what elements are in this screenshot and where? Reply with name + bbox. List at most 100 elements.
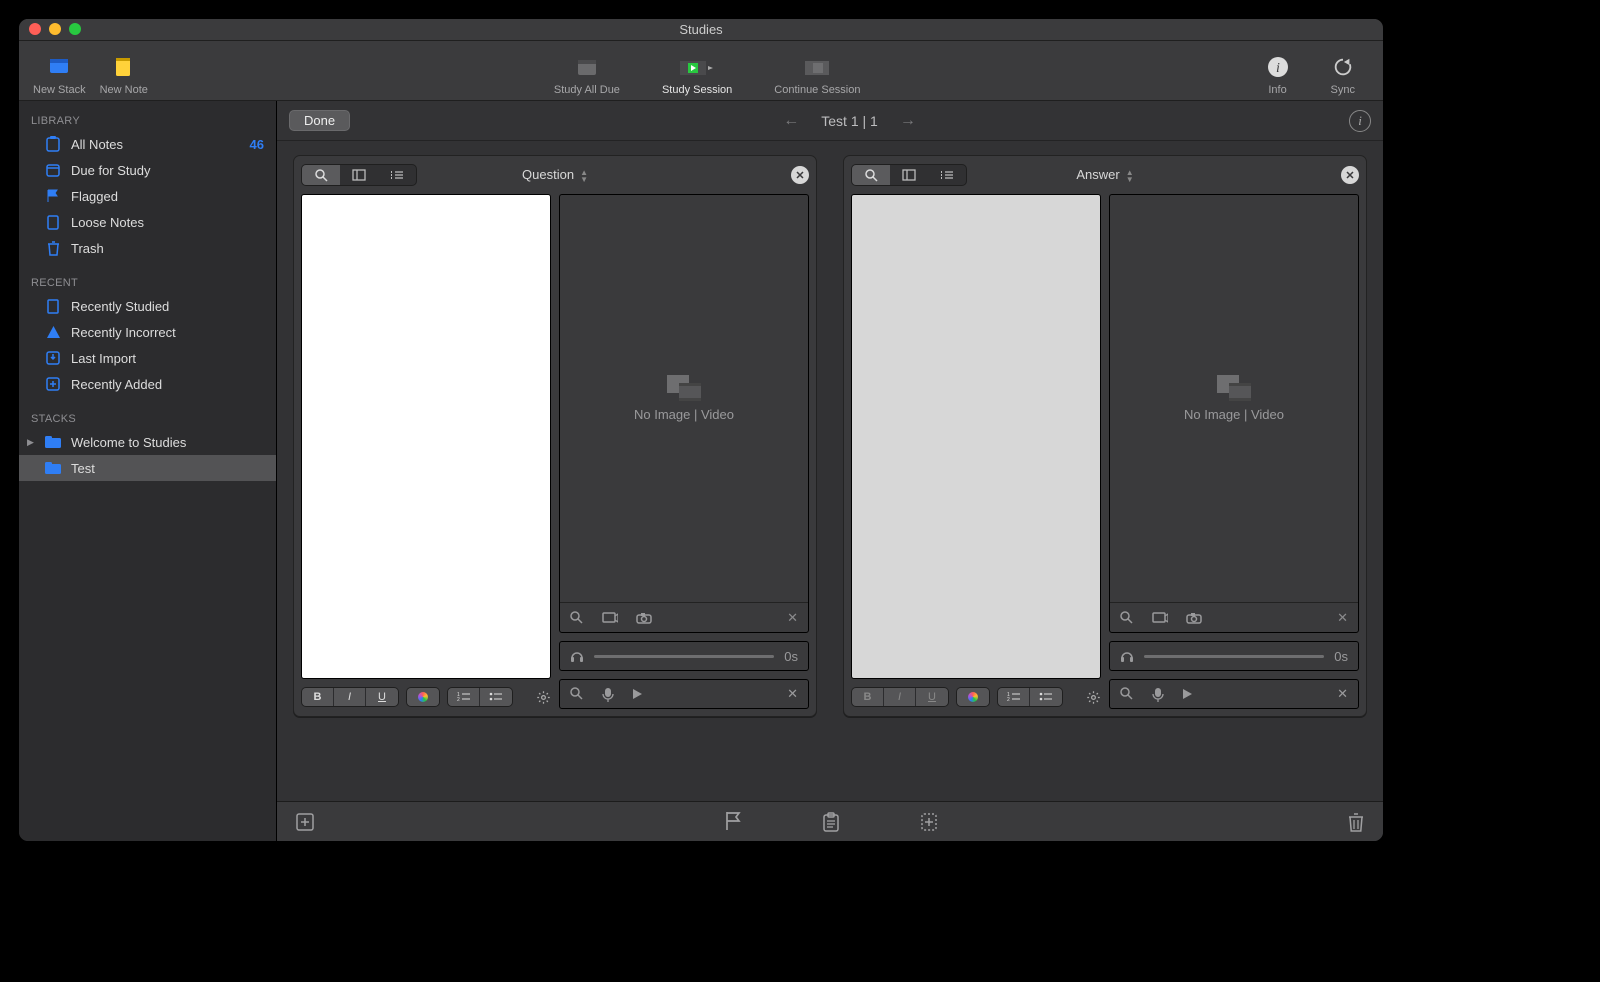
media-camera-icon[interactable] xyxy=(636,612,652,624)
media-screen-icon[interactable] xyxy=(1152,612,1168,624)
study-all-due-button[interactable]: Study All Due xyxy=(554,52,620,96)
bullet-list-icon[interactable] xyxy=(480,688,512,706)
clipboard-button[interactable] xyxy=(822,812,840,832)
window-title: Studies xyxy=(679,22,722,37)
segment-layout-icon[interactable] xyxy=(340,165,378,185)
color-swatch-icon[interactable] xyxy=(407,688,439,706)
question-format-gear-icon[interactable] xyxy=(536,690,551,705)
segment-search-icon[interactable] xyxy=(302,165,340,185)
delete-note-button[interactable] xyxy=(1347,812,1365,832)
sidebar-item-recently-incorrect[interactable]: Recently Incorrect xyxy=(19,319,276,345)
prev-note-button[interactable]: ← xyxy=(783,112,799,130)
sidebar-item-last-import[interactable]: Last Import xyxy=(19,345,276,371)
sidebar-item-loose-notes[interactable]: Loose Notes xyxy=(19,209,276,235)
question-title[interactable]: Question xyxy=(522,167,574,182)
done-button[interactable]: Done xyxy=(289,110,350,131)
new-note-button[interactable]: New Note xyxy=(100,52,148,96)
answer-view-segment[interactable] xyxy=(851,164,967,186)
question-view-segment[interactable] xyxy=(301,164,417,186)
media-camera-icon[interactable] xyxy=(1186,612,1202,624)
bullet-list-icon[interactable] xyxy=(1030,688,1062,706)
audio-search-icon[interactable] xyxy=(570,687,584,701)
play-icon[interactable] xyxy=(632,688,643,700)
audio-clear-icon[interactable]: ✕ xyxy=(1337,686,1348,702)
sidebar-item-label: Last Import xyxy=(71,351,136,366)
sidebar-stack-welcome[interactable]: ▶ Welcome to Studies xyxy=(19,429,276,455)
answer-color-button[interactable] xyxy=(956,687,990,707)
italic-button[interactable]: I xyxy=(884,688,916,706)
add-side-button[interactable] xyxy=(920,812,938,832)
italic-button[interactable]: I xyxy=(334,688,366,706)
microphone-icon[interactable] xyxy=(602,687,614,702)
sidebar-item-all-notes[interactable]: All Notes 46 xyxy=(19,131,276,157)
question-list-buttons[interactable]: 12 xyxy=(447,687,513,707)
sidebar-item-label: Recently Added xyxy=(71,377,162,392)
answer-format-biu[interactable]: B I U xyxy=(851,687,949,707)
media-clear-icon[interactable]: ✕ xyxy=(787,610,798,626)
add-note-button[interactable] xyxy=(295,812,315,832)
chevron-updown-icon[interactable]: ▲▼ xyxy=(1126,169,1134,183)
note-info-button[interactable]: i xyxy=(1349,110,1371,132)
answer-list-buttons[interactable]: 12 xyxy=(997,687,1063,707)
question-format-biu[interactable]: B I U xyxy=(301,687,399,707)
minimize-window-button[interactable] xyxy=(49,23,61,35)
microphone-icon[interactable] xyxy=(1152,687,1164,702)
chevron-updown-icon[interactable]: ▲▼ xyxy=(580,169,588,183)
close-window-button[interactable] xyxy=(29,23,41,35)
calendar-play-icon xyxy=(576,56,598,78)
answer-audio-track[interactable] xyxy=(1144,655,1324,658)
play-icon[interactable] xyxy=(1182,688,1193,700)
folder-icon xyxy=(45,434,61,450)
sidebar-stack-test[interactable]: Test xyxy=(19,455,276,481)
titlebar: Studies xyxy=(19,19,1383,41)
film-play-icon xyxy=(680,56,714,78)
sidebar-item-flagged[interactable]: Flagged xyxy=(19,183,276,209)
media-search-icon[interactable] xyxy=(1120,611,1134,625)
answer-text-editor[interactable] xyxy=(851,194,1101,679)
new-note-label: New Note xyxy=(100,84,148,96)
numbered-list-icon[interactable]: 12 xyxy=(448,688,480,706)
media-clear-icon[interactable]: ✕ xyxy=(1337,610,1348,626)
media-screen-icon[interactable] xyxy=(602,612,618,624)
question-audio-track[interactable] xyxy=(594,655,774,658)
audio-search-icon[interactable] xyxy=(1120,687,1134,701)
audio-clear-icon[interactable]: ✕ xyxy=(787,686,798,702)
answer-format-gear-icon[interactable] xyxy=(1086,690,1101,705)
answer-title[interactable]: Answer xyxy=(1076,167,1119,182)
continue-session-button[interactable]: Continue Session xyxy=(774,52,860,96)
segment-layout-icon[interactable] xyxy=(890,165,928,185)
question-color-button[interactable] xyxy=(406,687,440,707)
disclosure-triangle-icon[interactable]: ▶ xyxy=(27,437,34,448)
bold-button[interactable]: B xyxy=(302,688,334,706)
color-swatch-icon[interactable] xyxy=(957,688,989,706)
all-notes-count: 46 xyxy=(250,137,264,152)
sidebar-item-recently-added[interactable]: Recently Added xyxy=(19,371,276,397)
numbered-list-icon[interactable]: 12 xyxy=(998,688,1030,706)
segment-search-icon[interactable] xyxy=(852,165,890,185)
sidebar-item-label: Due for Study xyxy=(71,163,151,178)
bold-button[interactable]: B xyxy=(852,688,884,706)
new-stack-button[interactable]: New Stack xyxy=(33,52,86,96)
next-note-button[interactable]: → xyxy=(900,112,916,130)
media-search-icon[interactable] xyxy=(570,611,584,625)
sidebar-item-recently-studied[interactable]: Recently Studied xyxy=(19,293,276,319)
info-button[interactable]: i Info xyxy=(1267,52,1289,96)
flag-note-button[interactable] xyxy=(724,812,742,832)
study-session-button[interactable]: Study Session xyxy=(662,52,732,96)
sidebar-item-label: Recently Incorrect xyxy=(71,325,176,340)
sidebar-item-due-for-study[interactable]: Due for Study xyxy=(19,157,276,183)
question-text-editor[interactable] xyxy=(301,194,551,679)
underline-button[interactable]: U xyxy=(916,688,948,706)
question-close-button[interactable]: ✕ xyxy=(791,166,809,184)
segment-list-icon[interactable] xyxy=(378,165,416,185)
sidebar-item-trash[interactable]: Trash xyxy=(19,235,276,261)
zoom-window-button[interactable] xyxy=(69,23,81,35)
answer-close-button[interactable]: ✕ xyxy=(1341,166,1359,184)
underline-button[interactable]: U xyxy=(366,688,398,706)
sync-label: Sync xyxy=(1331,84,1355,96)
bottom-toolbar xyxy=(277,801,1383,841)
sync-button[interactable]: Sync xyxy=(1331,52,1355,96)
note-icon xyxy=(45,214,61,230)
segment-list-icon[interactable] xyxy=(928,165,966,185)
plus-box-icon xyxy=(45,376,61,392)
